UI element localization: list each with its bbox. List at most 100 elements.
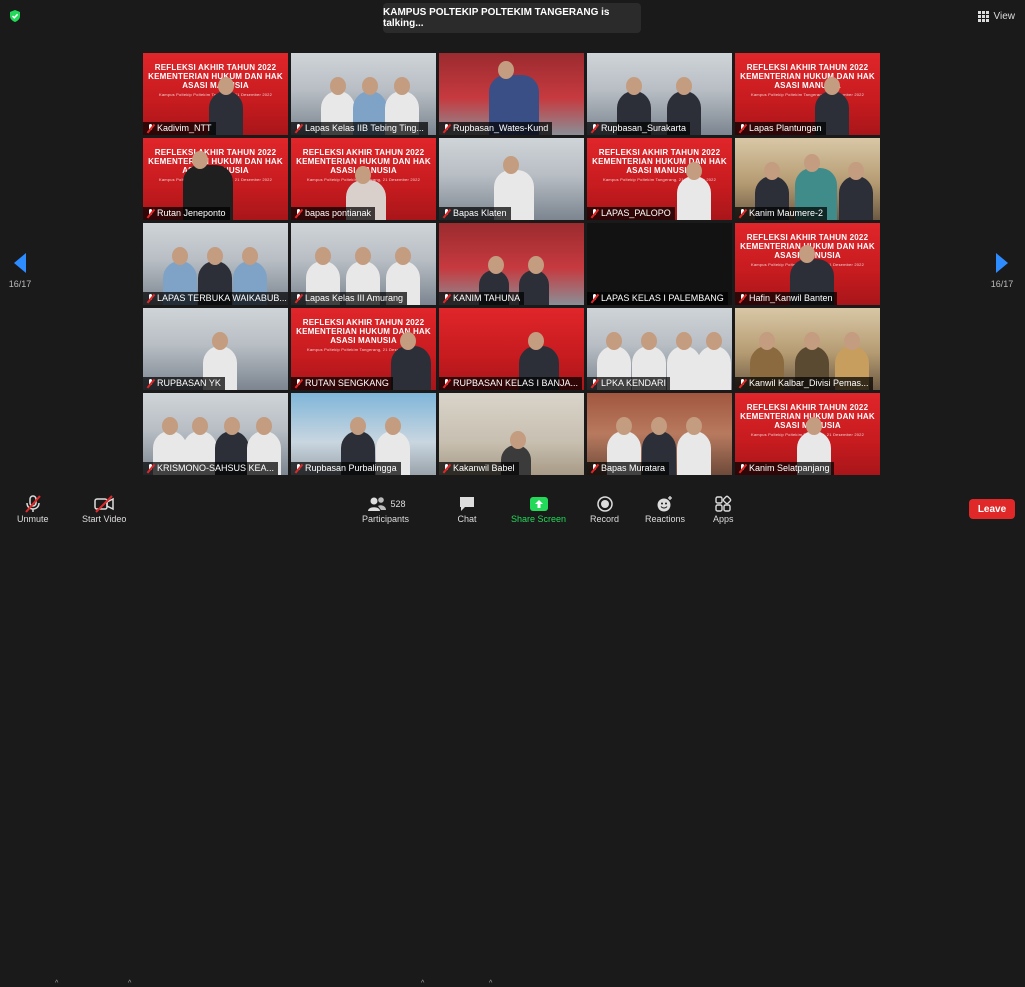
- reactions-button[interactable]: Reactions: [645, 494, 685, 524]
- participant-tile[interactable]: REFLEKSI AKHIR TAHUN 2022 KEMENTERIAN HUK…: [143, 53, 288, 135]
- apps-label: Apps: [713, 514, 734, 524]
- mic-off-icon: [591, 124, 598, 133]
- mic-off-icon: [443, 294, 450, 303]
- caret-up-icon[interactable]: ^: [489, 980, 492, 987]
- participant-tile[interactable]: KANIM TAHUNA: [439, 223, 584, 305]
- participant-tile[interactable]: REFLEKSI AKHIR TAHUN 2022 KEMENTERIAN HUK…: [735, 223, 880, 305]
- participant-tile[interactable]: LPKA KENDARI: [587, 308, 732, 390]
- participant-tile[interactable]: Kakanwil Babel: [439, 393, 584, 475]
- caret-up-icon[interactable]: ^: [55, 980, 58, 987]
- participant-tile[interactable]: Bapas Klaten: [439, 138, 584, 220]
- participant-figure: [677, 162, 711, 220]
- participant-name: Kanim Selatpanjang: [735, 462, 834, 475]
- participant-name: Rutan Jeneponto: [143, 207, 230, 220]
- mic-off-icon: [591, 294, 598, 303]
- unmute-button[interactable]: Unmute: [17, 494, 49, 524]
- mic-off-icon: [591, 209, 598, 218]
- arrow-right-icon: [996, 253, 1008, 273]
- participant-name: Rupbasan Purbalingga: [291, 462, 401, 475]
- unmute-label: Unmute: [17, 514, 49, 524]
- caret-up-icon[interactable]: ^: [128, 980, 131, 987]
- mic-off-icon: [147, 209, 154, 218]
- caret-up-icon[interactable]: ^: [421, 980, 424, 987]
- grid-view-icon: [977, 10, 989, 22]
- participant-name: Lapas Kelas IIB Tebing Ting...: [291, 122, 428, 135]
- shield-check-icon[interactable]: [8, 9, 22, 23]
- mic-off-icon: [443, 379, 450, 388]
- view-button[interactable]: View: [977, 8, 1016, 24]
- reactions-icon: [657, 496, 673, 512]
- participant-tile[interactable]: LAPAS TERBUKA WAIKABUB...: [143, 223, 288, 305]
- participant-name: Lapas Plantungan: [735, 122, 826, 135]
- leave-label: Leave: [977, 503, 1007, 515]
- participant-tile[interactable]: Bapas Muratara: [587, 393, 732, 475]
- leave-button[interactable]: Leave: [969, 499, 1015, 519]
- start-video-label: Start Video: [82, 514, 127, 524]
- participant-name: KRISMONO-SAHSUS KEA...: [143, 462, 279, 475]
- participant-tile[interactable]: Lapas Kelas III Amurang: [291, 223, 436, 305]
- active-speaker-text: KAMPUS POLTEKIP POLTEKIM TANGERANG is ta…: [383, 7, 610, 29]
- participant-tile[interactable]: REFLEKSI AKHIR TAHUN 2022 KEMENTERIAN HUK…: [735, 53, 880, 135]
- participant-tile[interactable]: Kanim Maumere-2: [735, 138, 880, 220]
- record-button[interactable]: Record: [590, 494, 619, 524]
- participant-name: Lapas Kelas III Amurang: [291, 292, 408, 305]
- participant-name: Rupbasan_Wates-Kund: [439, 122, 553, 135]
- mic-off-icon: [739, 294, 746, 303]
- participant-name: KANIM TAHUNA: [439, 292, 525, 305]
- previous-page-button[interactable]: 16/17: [5, 253, 35, 289]
- mic-off-icon: [295, 294, 302, 303]
- start-video-button[interactable]: Start Video: [82, 494, 126, 524]
- participant-tile[interactable]: REFLEKSI AKHIR TAHUN 2022 KEMENTERIAN HUK…: [587, 138, 732, 220]
- share-screen-icon: [529, 497, 548, 511]
- participant-tile[interactable]: KRISMONO-SAHSUS KEA...: [143, 393, 288, 475]
- participant-tile[interactable]: Lapas Kelas IIB Tebing Ting...: [291, 53, 436, 135]
- participant-name: RUTAN SENGKANG: [291, 377, 393, 390]
- mic-off-icon: [147, 124, 154, 133]
- participant-name: Bapas Muratara: [587, 462, 670, 475]
- share-screen-button[interactable]: Share Screen: [511, 494, 566, 524]
- mic-off-icon: [147, 464, 154, 473]
- apps-button[interactable]: Apps: [713, 494, 734, 524]
- event-banner: REFLEKSI AKHIR TAHUN 2022 KEMENTERIAN HUK…: [740, 63, 875, 97]
- participants-button[interactable]: 528 Participants: [362, 494, 409, 524]
- participant-figure: [839, 162, 873, 220]
- participant-name: LAPAS TERBUKA WAIKABUB...: [143, 292, 288, 305]
- reactions-label: Reactions: [645, 514, 686, 524]
- mic-off-icon: [295, 209, 302, 218]
- arrow-left-icon: [14, 253, 26, 273]
- participant-figure: [697, 332, 731, 390]
- participant-name: LAPAS_PALOPO: [587, 207, 675, 220]
- next-page-button[interactable]: 16/17: [987, 253, 1017, 289]
- participant-tile[interactable]: RUPBASAN KELAS I BANJA...: [439, 308, 584, 390]
- participant-tile[interactable]: REFLEKSI AKHIR TAHUN 2022 KEMENTERIAN HUK…: [291, 308, 436, 390]
- page-indicator-left: 16/17: [8, 279, 32, 289]
- participants-label: Participants: [362, 514, 410, 524]
- participant-tile[interactable]: Kanwil Kalbar_Divisi Pemas...: [735, 308, 880, 390]
- participant-figure: [677, 417, 711, 475]
- participant-tile[interactable]: RUPBASAN YK: [143, 308, 288, 390]
- participant-tile[interactable]: Rupbasan_Wates-Kund: [439, 53, 584, 135]
- mic-off-icon: [739, 124, 746, 133]
- view-label: View: [993, 10, 1016, 22]
- participant-tile[interactable]: REFLEKSI AKHIR TAHUN 2022 KEMENTERIAN HUK…: [291, 138, 436, 220]
- participant-name: Kanim Maumere-2: [735, 207, 828, 220]
- participant-figure: [391, 332, 431, 390]
- participant-tile[interactable]: REFLEKSI AKHIR TAHUN 2022 KEMENTERIAN HUK…: [143, 138, 288, 220]
- participant-tile[interactable]: Rupbasan_Surakarta: [587, 53, 732, 135]
- mic-off-icon: [591, 464, 598, 473]
- chat-icon: [460, 497, 474, 511]
- chat-button[interactable]: Chat: [457, 494, 477, 524]
- mic-off-icon: [443, 464, 450, 473]
- video-off-icon: [94, 495, 114, 513]
- record-label: Record: [590, 514, 620, 524]
- participant-tile[interactable]: REFLEKSI AKHIR TAHUN 2022 KEMENTERIAN HUK…: [735, 393, 880, 475]
- record-icon: [596, 496, 613, 512]
- participant-tile[interactable]: Rupbasan Purbalingga: [291, 393, 436, 475]
- microphone-muted-icon: [24, 495, 41, 513]
- mic-off-icon: [443, 209, 450, 218]
- participant-name: Bapas Klaten: [439, 207, 511, 220]
- meeting-toolbar: Unmute ^ Start Video ^ 528 Participants …: [0, 487, 1025, 987]
- participant-tile[interactable]: LAPAS KELAS I PALEMBANG: [587, 223, 732, 305]
- chat-label: Chat: [457, 514, 477, 524]
- mic-off-icon: [147, 294, 154, 303]
